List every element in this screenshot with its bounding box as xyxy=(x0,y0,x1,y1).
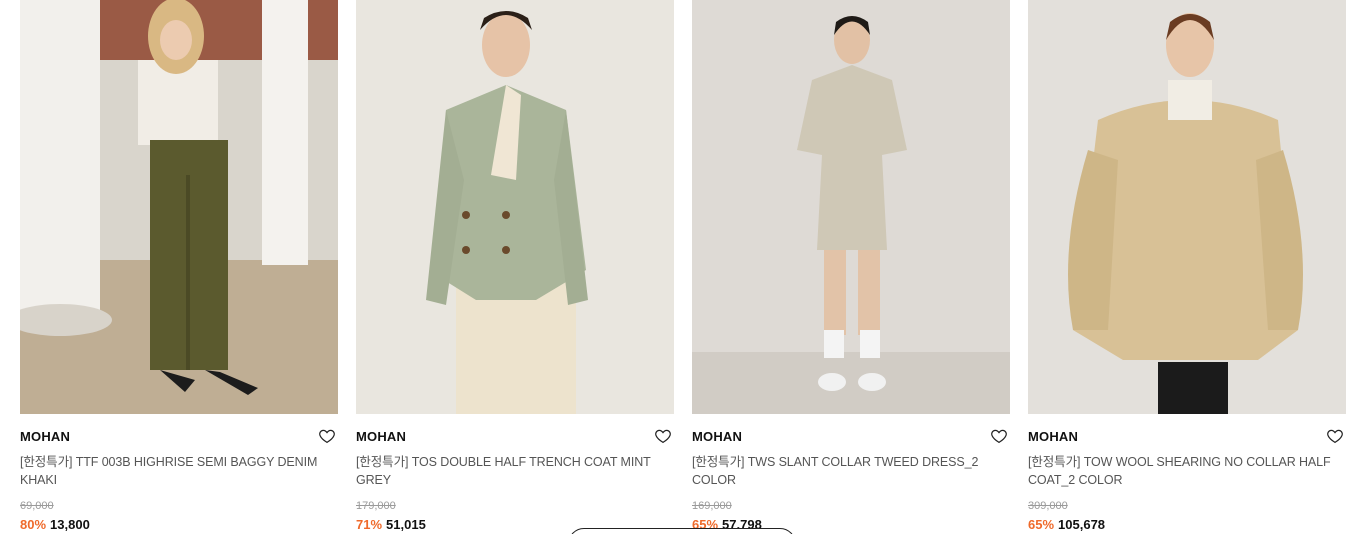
discount-rate: 80% xyxy=(20,517,47,532)
sale-price: 51,015 xyxy=(386,517,426,532)
product-image[interactable] xyxy=(1028,0,1346,414)
product-name[interactable]: [한정특가] TWS SLANT COLLAR TWEED DRESS_2 CO… xyxy=(692,453,1010,489)
brand-name[interactable]: MOHAN xyxy=(356,428,674,446)
product-name[interactable]: [한정특가] TTF 003B HIGHRISE SEMI BAGGY DENI… xyxy=(20,453,338,489)
sale-price: 13,800 xyxy=(50,517,90,532)
product-name[interactable]: [한정특가] TOS DOUBLE HALF TRENCH COAT MINT … xyxy=(356,453,674,489)
original-price: 169,000 xyxy=(692,500,732,512)
discount-rate: 71% xyxy=(356,517,383,532)
brand-name[interactable]: MOHAN xyxy=(20,428,338,446)
original-price: 309,000 xyxy=(1028,500,1068,512)
product-card[interactable]: MOHAN [한정특가] TOW WOOL SHEARING NO COLLAR… xyxy=(1028,0,1346,533)
brand-name[interactable]: MOHAN xyxy=(692,428,1010,446)
discount-rate: 65% xyxy=(1028,517,1055,532)
brand-name[interactable]: MOHAN xyxy=(1028,428,1346,446)
product-photo-denim xyxy=(20,0,338,414)
heart-outline-icon[interactable] xyxy=(990,427,1008,445)
load-more-button[interactable] xyxy=(568,528,796,534)
product-image[interactable] xyxy=(692,0,1010,414)
product-card[interactable]: MOHAN [한정특가] TWS SLANT COLLAR TWEED DRES… xyxy=(692,0,1010,533)
product-image[interactable] xyxy=(356,0,674,414)
product-card[interactable]: MOHAN [한정특가] TTF 003B HIGHRISE SEMI BAGG… xyxy=(20,0,338,533)
original-price: 179,000 xyxy=(356,500,396,512)
price-row: 80% 13,800 xyxy=(20,517,338,533)
product-photo-dress xyxy=(692,0,1010,414)
product-image[interactable] xyxy=(20,0,338,414)
heart-outline-icon[interactable] xyxy=(1326,427,1344,445)
price-row: 65% 105,678 xyxy=(1028,517,1346,533)
product-photo-trench xyxy=(356,0,674,414)
original-price: 69,000 xyxy=(20,500,54,512)
sale-price: 105,678 xyxy=(1058,517,1106,532)
product-grid: MOHAN [한정특가] TTF 003B HIGHRISE SEMI BAGG… xyxy=(0,0,1352,534)
product-photo-shearing-coat xyxy=(1028,0,1346,414)
heart-outline-icon[interactable] xyxy=(318,427,336,445)
heart-outline-icon[interactable] xyxy=(654,427,672,445)
product-name[interactable]: [한정특가] TOW WOOL SHEARING NO COLLAR HALF … xyxy=(1028,453,1346,489)
product-card[interactable]: MOHAN [한정특가] TOS DOUBLE HALF TRENCH COAT… xyxy=(356,0,674,533)
